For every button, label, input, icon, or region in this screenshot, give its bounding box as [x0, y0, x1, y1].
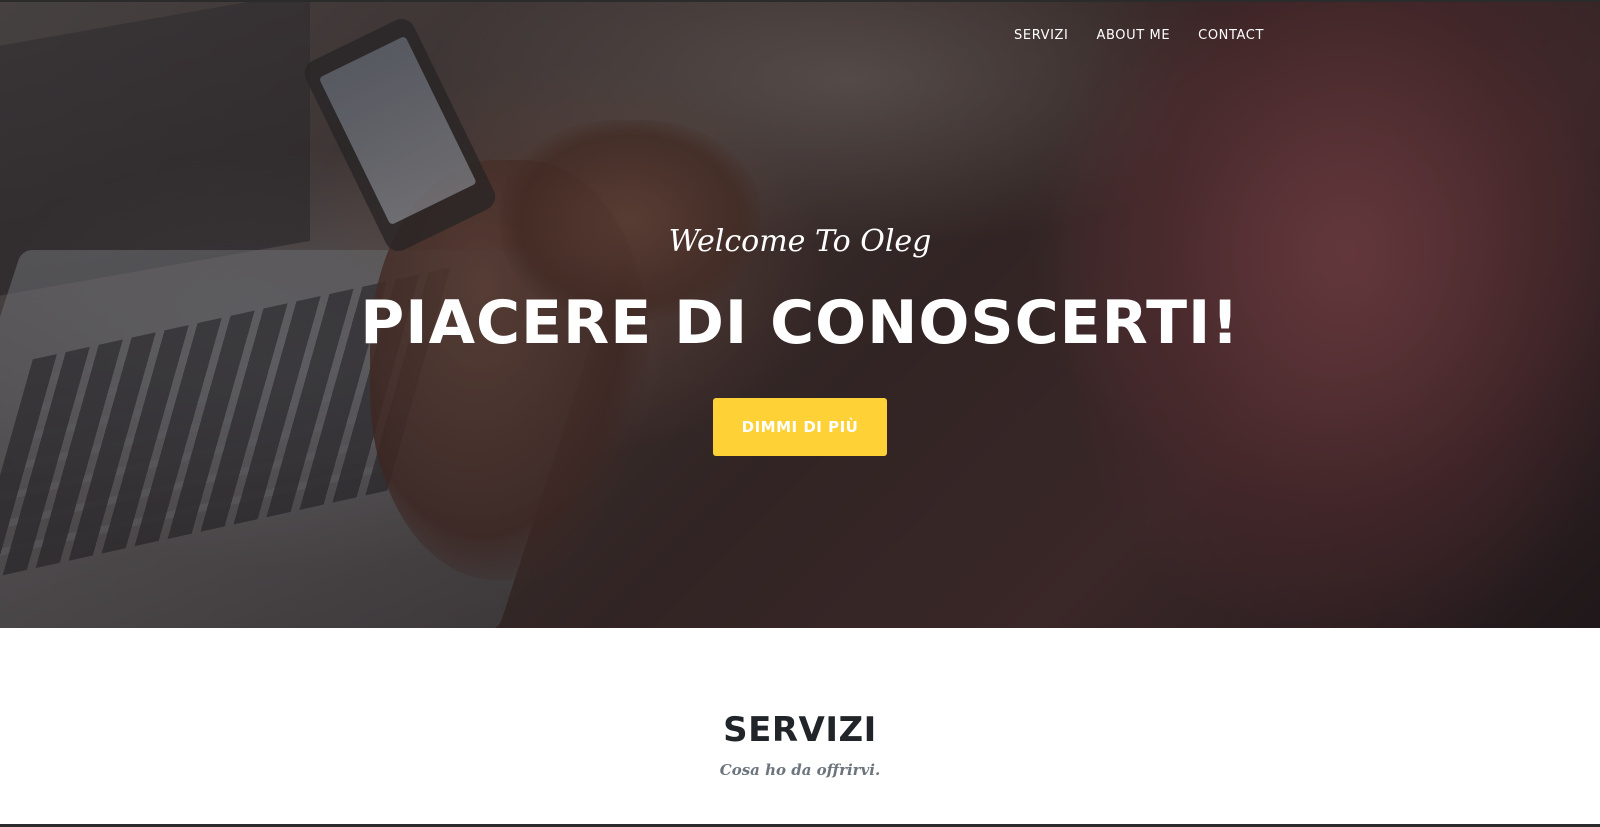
- main-nav: SERVIZI ABOUT ME CONTACT: [1014, 28, 1264, 43]
- window-top-edge: [0, 0, 1600, 2]
- services-heading: SERVIZI: [723, 710, 877, 750]
- hero-heading: PIACERE DI CONOSCERTI!: [360, 288, 1240, 358]
- hero-content: Welcome To Oleg PIACERE DI CONOSCERTI! D…: [0, 222, 1600, 456]
- hero-section: SERVIZI ABOUT ME CONTACT Welcome To Oleg…: [0, 0, 1600, 628]
- nav-link-servizi[interactable]: SERVIZI: [1014, 28, 1068, 43]
- tell-me-more-button[interactable]: DIMMI DI PIÙ: [713, 398, 887, 456]
- nav-link-contact[interactable]: CONTACT: [1198, 28, 1264, 43]
- nav-link-about-me[interactable]: ABOUT ME: [1097, 28, 1171, 43]
- services-section: SERVIZI Cosa ho da offrirvi.: [0, 628, 1600, 827]
- hero-lead-text: Welcome To Oleg: [668, 224, 932, 259]
- services-subheading: Cosa ho da offrirvi.: [719, 761, 881, 779]
